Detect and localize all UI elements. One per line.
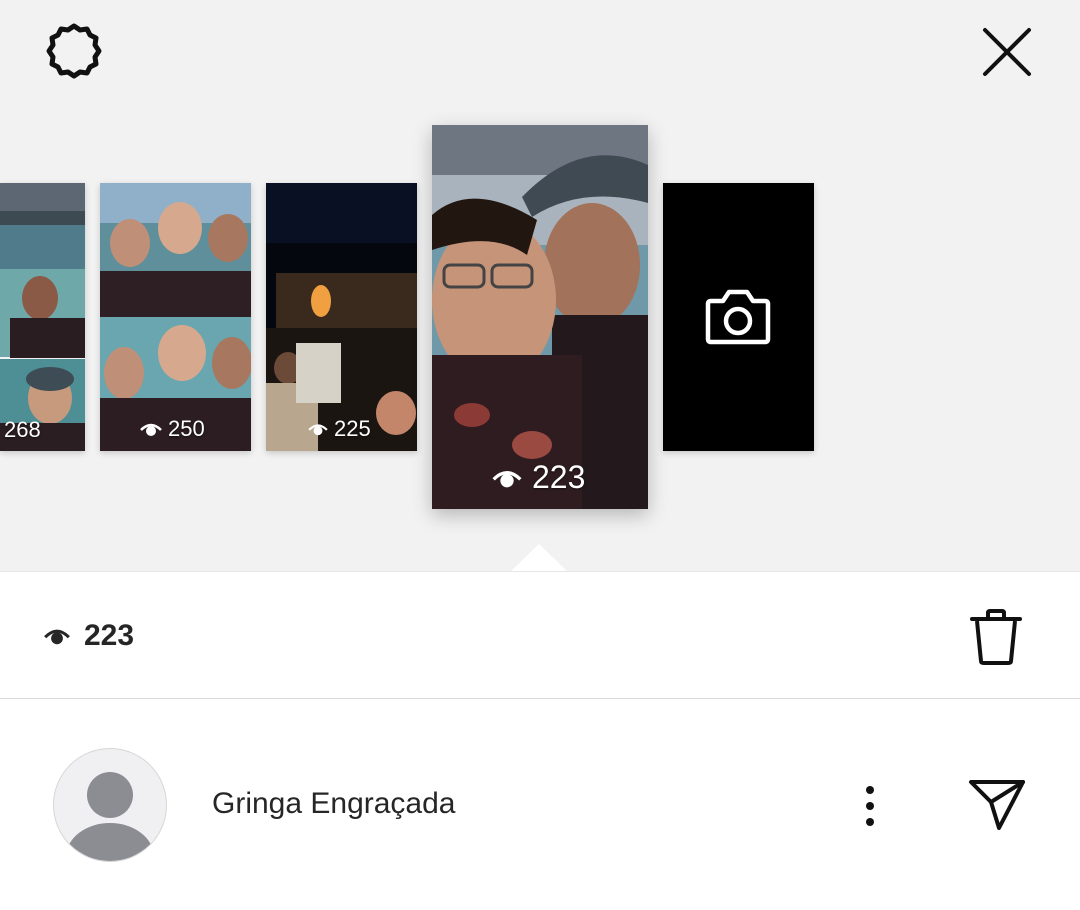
viewer-count-value: 223: [84, 619, 135, 652]
settings-gear-icon: [46, 23, 102, 79]
views-count: 223: [532, 459, 586, 495]
avatar[interactable]: [53, 748, 167, 862]
story-photo: [266, 183, 417, 451]
viewer-list-item[interactable]: Gringa Engraçada: [0, 699, 1080, 910]
story-thumbnail[interactable]: 268: [0, 183, 85, 451]
views-count: 250: [168, 416, 205, 441]
settings-button[interactable]: [40, 22, 108, 84]
eye-icon: [492, 470, 522, 487]
views-count: 225: [334, 416, 371, 441]
default-avatar-icon: [66, 772, 154, 861]
send-icon: [969, 780, 1025, 830]
trash-icon: [970, 609, 1022, 665]
story-thumbnail[interactable]: 225: [266, 183, 417, 451]
camera-icon: [705, 287, 771, 352]
add-story-button[interactable]: [663, 183, 814, 451]
selection-pointer: [510, 544, 568, 572]
story-views: 250: [140, 416, 205, 442]
viewer-count[interactable]: 223: [44, 616, 134, 656]
story-thumbnail[interactable]: 250: [100, 183, 251, 451]
delete-story-button[interactable]: [965, 606, 1027, 668]
more-options-button[interactable]: [852, 781, 888, 831]
story-photo: [432, 125, 648, 509]
close-icon: [983, 28, 1031, 76]
story-carousel-area: 268 250 225 223: [0, 0, 1080, 572]
story-views: 268: [4, 417, 41, 443]
story-views: 223: [492, 459, 585, 496]
story-stats-bar: 223: [0, 572, 1080, 698]
more-vertical-icon: [866, 786, 874, 826]
story-thumbnail-selected[interactable]: 223: [432, 125, 648, 509]
story-photo: [0, 183, 85, 451]
views-count: 268: [4, 417, 41, 442]
story-photo: [100, 183, 251, 451]
story-views: 225: [308, 416, 371, 442]
close-button[interactable]: [975, 22, 1039, 82]
eye-icon: [44, 629, 70, 645]
viewer-name[interactable]: Gringa Engraçada: [212, 787, 456, 821]
eye-icon: [308, 424, 328, 436]
eye-icon: [140, 423, 162, 436]
send-message-button[interactable]: [962, 773, 1032, 835]
